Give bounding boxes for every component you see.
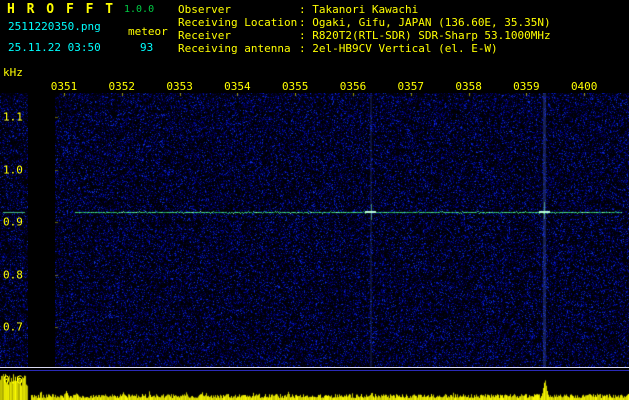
mode-label: meteor	[128, 25, 168, 38]
y-tick-label: 1.1	[3, 110, 23, 124]
info-colon: :	[299, 42, 313, 55]
info-label: Receiving Location	[178, 16, 298, 29]
info-colon: :	[299, 3, 313, 16]
datetime-label: 25.11.22 03:50	[8, 41, 101, 54]
info-value: Ogaki, Gifu, JAPAN (136.60E, 35.35N)	[312, 16, 551, 29]
x-tick-label: 0358	[455, 80, 482, 93]
info-colon: :	[299, 29, 313, 42]
info-colon: :	[299, 16, 313, 29]
spectrogram-canvas	[55, 93, 629, 367]
header-info-row: Observer: Takanori Kawachi	[178, 3, 551, 16]
y-tick-label: 0.6	[3, 373, 23, 387]
x-tick-label: 0400	[570, 80, 598, 93]
header-info: Observer: Takanori Kawachi Receiving Loca…	[178, 3, 551, 55]
output-filename: 2511220350.png	[8, 20, 101, 33]
info-value: R820T2(RTL-SDR) SDR-Sharp 53.1000MHz	[312, 29, 551, 42]
y-tick-label: 0.9	[3, 215, 23, 229]
x-tick-label: 0353	[166, 80, 193, 93]
info-label: Receiver	[178, 29, 231, 42]
separator-line-blue	[0, 370, 629, 371]
y-tick-label: 0.7	[3, 320, 23, 334]
y-tick-label: 1.0	[3, 163, 23, 177]
x-tick-label: 0351	[50, 80, 78, 93]
info-label: Receiving antenna	[178, 42, 291, 55]
header-info-row: Receiving antenna: 2el-HB9CV Vertical (e…	[178, 42, 551, 55]
info-value: 2el-HB9CV Vertical (el. E-W)	[312, 42, 498, 55]
x-tick-label: 0357	[397, 80, 425, 93]
x-tick-label: 0354	[224, 80, 251, 93]
app-version: 1.0.0	[124, 4, 155, 15]
x-tick-label: 0356	[339, 80, 367, 93]
x-tick-label: 0355	[281, 80, 309, 93]
separator-line-white	[0, 367, 629, 368]
app-title: H R O F F T	[7, 2, 116, 17]
y-tick-label: 0.8	[3, 268, 23, 282]
hrofft-screenshot: H R O F F T 1.0.0 2511220350.png meteor …	[0, 0, 629, 400]
info-value: Takanori Kawachi	[312, 3, 419, 16]
info-label: Observer	[178, 3, 231, 16]
header-info-row: Receiving Location: Ogaki, Gifu, JAPAN (…	[178, 16, 551, 29]
header-info-row: Receiver: R820T2(RTL-SDR) SDR-Sharp 53.1…	[178, 29, 551, 42]
x-tick-label: 0359	[513, 80, 540, 93]
level-graph-canvas	[0, 372, 629, 400]
echo-count: 93	[140, 41, 154, 54]
y-axis-unit: kHz	[3, 66, 23, 79]
x-tick-label: 0352	[108, 80, 136, 93]
